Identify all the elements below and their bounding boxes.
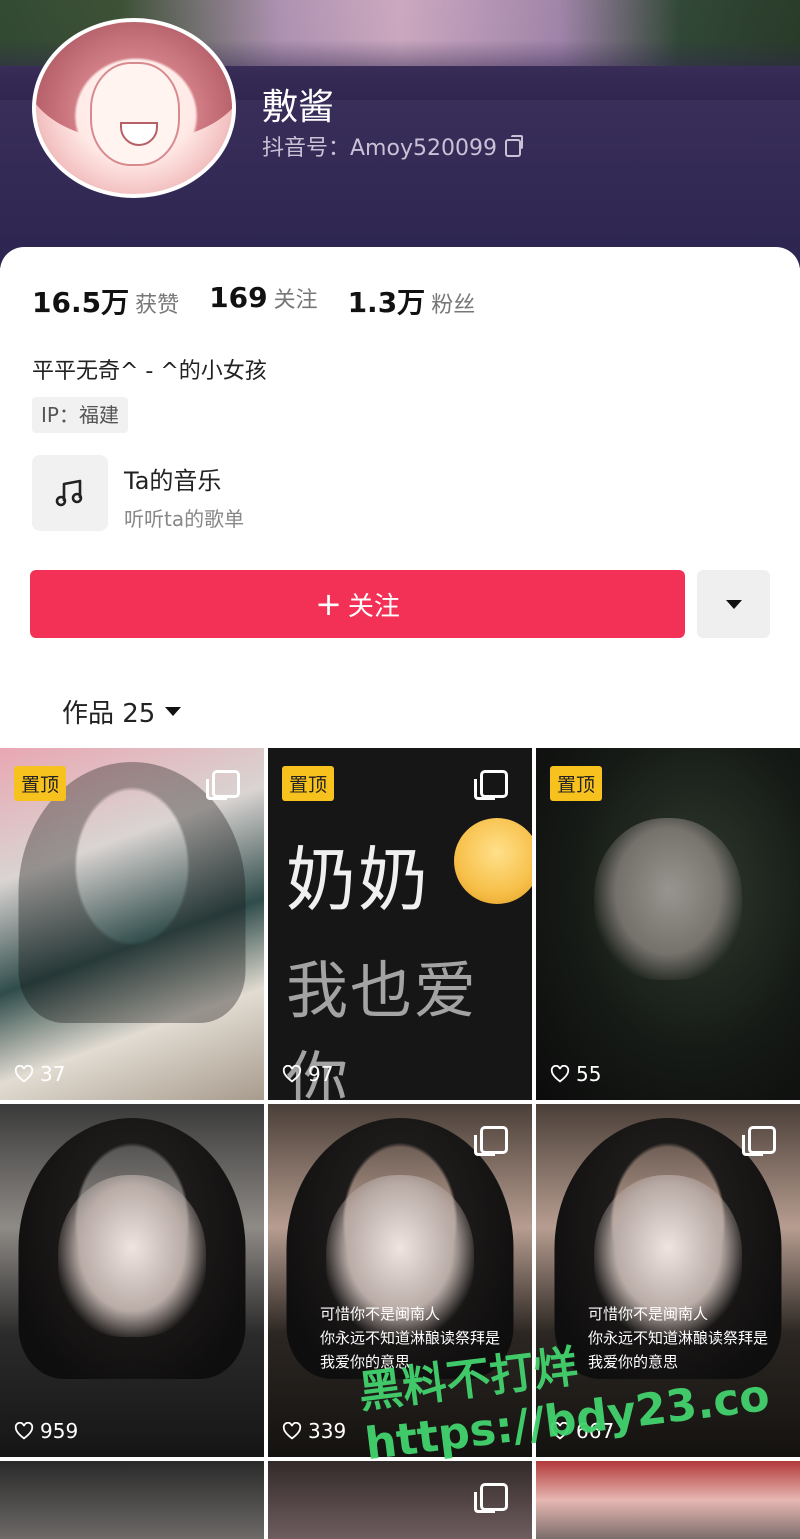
profile-header-banner: 敷酱 抖音号：Amoy520099 [0, 0, 800, 268]
video-overlay-text: 奶奶 [286, 839, 430, 921]
music-subtitle: 听听ta的歌单 [124, 507, 245, 531]
multi-image-icon [206, 770, 240, 800]
like-count: 97 [282, 1062, 333, 1086]
grandma-emoji-icon [454, 818, 532, 904]
ip-badge: IP：福建 [32, 397, 128, 433]
like-count: 37 [14, 1062, 65, 1086]
like-count: 339 [282, 1419, 346, 1443]
heart-icon [14, 1065, 34, 1083]
video-thumbnail[interactable] [536, 1461, 800, 1539]
video-thumbnail[interactable]: 置顶 奶奶 我也爱你 97 [268, 748, 532, 1100]
heart-icon [282, 1422, 302, 1440]
avatar[interactable] [32, 18, 236, 198]
caret-down-icon [165, 707, 182, 716]
multi-image-icon [742, 1126, 776, 1156]
copy-icon[interactable] [504, 135, 523, 157]
like-count: 55 [550, 1062, 601, 1086]
music-entry[interactable] [32, 455, 108, 531]
stat-following[interactable]: 169 关注 [209, 281, 317, 321]
multi-image-icon [474, 1483, 508, 1513]
works-tab-label: 作品 25 [62, 699, 156, 729]
douyin-id-text: 抖音号：Amoy520099 [262, 136, 497, 161]
stat-followers[interactable]: 1.3万 粉丝 [348, 281, 476, 321]
stats-row: 16.5万 获赞 169 关注 1.3万 粉丝 [32, 281, 505, 321]
heart-icon [14, 1422, 34, 1440]
multi-image-icon [474, 1126, 508, 1156]
stat-likes[interactable]: 16.5万 获赞 [32, 281, 179, 321]
plus-icon: + [315, 585, 342, 623]
video-thumbnail[interactable]: 置顶 55 [536, 748, 800, 1100]
heart-icon [550, 1065, 570, 1083]
douyin-id[interactable]: 抖音号：Amoy520099 [262, 130, 523, 162]
caret-down-icon [725, 599, 742, 609]
profile-card: 16.5万 获赞 169 关注 1.3万 粉丝 平平无奇^ - ^的小女孩 IP：福建… [0, 247, 800, 752]
like-count: 959 [14, 1419, 78, 1443]
multi-image-icon [474, 770, 508, 800]
tab-works[interactable]: 作品 25 [62, 693, 182, 730]
video-thumbnail[interactable]: 959 [0, 1104, 264, 1457]
more-options-button[interactable] [697, 570, 770, 638]
follow-label: 关注 [347, 591, 400, 622]
music-title[interactable]: Ta的音乐 [124, 461, 221, 496]
video-thumbnail[interactable] [0, 1461, 264, 1539]
follow-button[interactable]: + 关注 [30, 570, 685, 638]
pinned-badge: 置顶 [282, 766, 335, 801]
bio: 平平无奇^ - ^的小女孩 [32, 359, 267, 384]
pinned-badge: 置顶 [14, 766, 67, 801]
profile-name: 敷酱 [262, 87, 335, 128]
video-thumbnail[interactable] [268, 1461, 532, 1539]
heart-icon [282, 1065, 302, 1083]
video-thumbnail[interactable]: 置顶 37 [0, 748, 264, 1100]
pinned-badge: 置顶 [550, 766, 603, 801]
music-note-icon [55, 479, 83, 507]
